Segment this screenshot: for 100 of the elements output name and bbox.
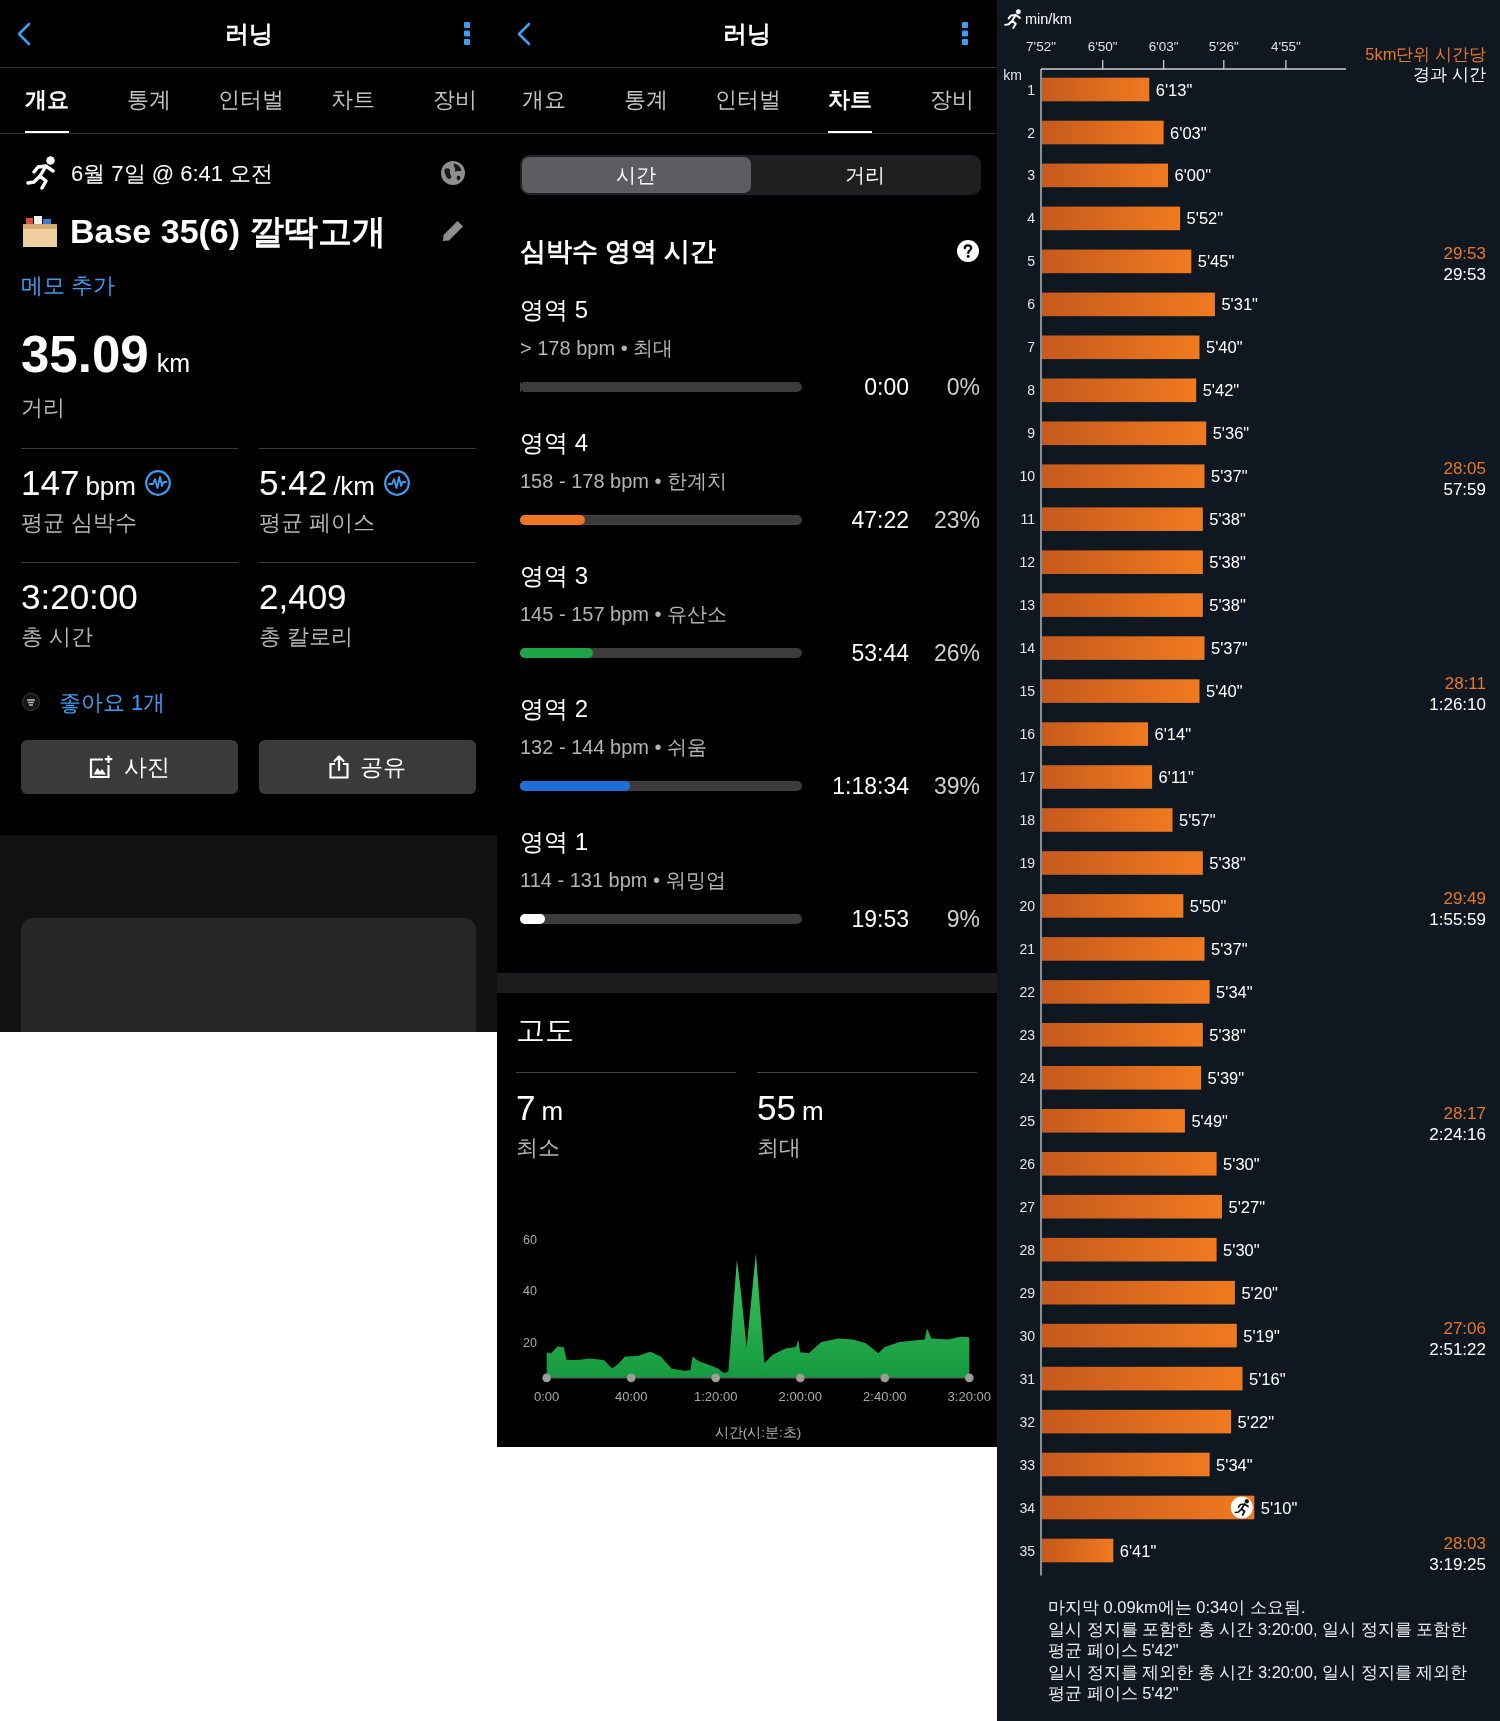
km-label: 11 [1020, 511, 1035, 528]
pencil-icon[interactable] [442, 220, 464, 242]
axis-tick-label: 40 [523, 1284, 537, 1299]
tab[interactable]: 개요 [522, 68, 566, 133]
photo-button[interactable]: 사진 [21, 740, 238, 794]
summary-note: 일시 정지를 제외한 총 시간 3:20:00, 일시 정지를 제외한 평균 페이스 5'42" [1048, 1661, 1469, 1704]
km-label: 18 [1019, 812, 1035, 828]
stat-label: 총 칼로리 [259, 623, 354, 651]
zone-range: > 178 bpm • 최대 [520, 336, 674, 361]
zone-title: 영역 4 [520, 428, 588, 458]
stat-unit: m [541, 1095, 564, 1128]
pace-bar [1042, 1538, 1114, 1563]
segment-tab[interactable]: 거리 [750, 157, 979, 193]
pace-label: 6'14" [1154, 725, 1192, 743]
axis-title: 시간(시:분:초) [714, 1425, 802, 1440]
elapsed-time: 1:55:59 [1429, 909, 1486, 929]
pace-label: 5'40" [1206, 338, 1243, 357]
tab[interactable]: 인터벌 [715, 68, 781, 133]
tab[interactable]: 차트 [331, 68, 375, 133]
pace-label: 5'39" [1207, 1068, 1245, 1087]
zone-range: 114 - 131 bpm • 워밍업 [520, 868, 726, 893]
tab[interactable]: 개요 [25, 68, 69, 133]
split-time: 29:53 [1443, 244, 1486, 264]
pace-label: 5'34" [1216, 1455, 1253, 1474]
zone-time: 53:44 [851, 638, 909, 668]
km-label: 8 [1027, 382, 1035, 399]
zone-time: 0:00 [864, 372, 909, 402]
pace-label: 5'19" [1243, 1326, 1280, 1345]
pace-label: 5'40" [1206, 682, 1243, 701]
km-label: 23 [1019, 1026, 1035, 1043]
likes-link[interactable]: 좋아요 1개 [59, 685, 166, 719]
split-time: 28:11 [1444, 674, 1486, 694]
km-label: 22 [1019, 983, 1035, 1000]
back-button[interactable] [17, 21, 31, 46]
pace-label: 6'00" [1174, 166, 1212, 185]
segment-tab[interactable]: 시간 [522, 157, 751, 193]
axis-tick-label: 2:00:00 [778, 1388, 822, 1404]
pace-label: 5'34" [1216, 982, 1253, 1001]
split-header: 경과 시간 [1413, 65, 1486, 83]
distance-unit: km [156, 348, 190, 379]
file-box-icon [23, 215, 57, 247]
km-label: 30 [1019, 1327, 1035, 1344]
section-title: 고도 [516, 1013, 574, 1048]
km-label: 3 [1027, 167, 1035, 184]
axis-tick-label: 3:20:00 [947, 1388, 991, 1404]
pace-label: 6'13" [1155, 80, 1193, 99]
tab[interactable]: 장비 [433, 68, 477, 133]
chevron-left-icon [17, 21, 31, 46]
more-button[interactable] [962, 22, 968, 45]
tab[interactable]: 차트 [828, 68, 872, 133]
km-label: 19 [1019, 855, 1035, 871]
zone-percent: 23% [933, 505, 980, 535]
more-button[interactable] [464, 22, 470, 45]
runner-icon [26, 156, 55, 190]
pace-label: 5'50" [1189, 896, 1227, 915]
back-button[interactable] [517, 21, 531, 46]
tab[interactable]: 통계 [624, 68, 668, 133]
km-label: 27 [1019, 1198, 1035, 1215]
zone-percent: 0% [946, 372, 980, 402]
pace-label: 5'36" [1212, 424, 1250, 443]
km-label: 5 [1027, 253, 1035, 270]
stat-value: 5:42 [259, 462, 328, 504]
distance-value: 35.09 [21, 325, 149, 385]
km-label: 35 [1019, 1542, 1035, 1559]
zone-range: 145 - 157 bpm • 유산소 [520, 602, 728, 627]
stat-label: 최소 [516, 1134, 560, 1162]
help-icon[interactable] [957, 240, 979, 262]
stat-unit: m [801, 1095, 824, 1128]
elapsed-time: 57:59 [1443, 480, 1486, 500]
axis-tick-label: 60 [523, 1232, 537, 1247]
add-note-link[interactable]: 메모 추가 [21, 271, 116, 301]
tab[interactable]: 장비 [930, 68, 974, 133]
tab[interactable]: 통계 [127, 68, 171, 133]
zone-title: 영역 1 [520, 827, 588, 857]
km-label: 24 [1019, 1069, 1035, 1086]
tab[interactable]: 인터벌 [218, 68, 284, 133]
km-label: 29 [1019, 1284, 1035, 1301]
kebab-icon [464, 22, 470, 45]
stat-value: 2,409 [259, 576, 347, 618]
axis-title: km [1003, 67, 1022, 83]
km-label: 10 [1019, 468, 1035, 485]
kebab-icon [962, 22, 968, 45]
elapsed-time: 1:26:10 [1429, 695, 1486, 715]
share-button[interactable]: 공유 [259, 740, 476, 794]
km-label: 9 [1027, 425, 1035, 442]
km-label: 13 [1019, 597, 1035, 614]
pace-label: 5'37" [1211, 639, 1248, 658]
runner-icon [1005, 9, 1021, 28]
km-label: 21 [1019, 940, 1035, 957]
km-label: 25 [1019, 1112, 1035, 1129]
elapsed-time: 2:24:16 [1429, 1124, 1486, 1144]
zone-time: 19:53 [851, 904, 909, 934]
zone-time: 47:22 [851, 505, 909, 535]
pace-label: 5'22" [1237, 1412, 1275, 1431]
pace-label: 5'57" [1179, 811, 1216, 829]
globe-icon[interactable] [440, 160, 466, 186]
stat-label: 평균 심박수 [21, 509, 138, 537]
axis-tick-label: 6'03" [1148, 38, 1179, 54]
avatar-icon [22, 693, 40, 711]
split-time: 28:17 [1443, 1103, 1486, 1123]
